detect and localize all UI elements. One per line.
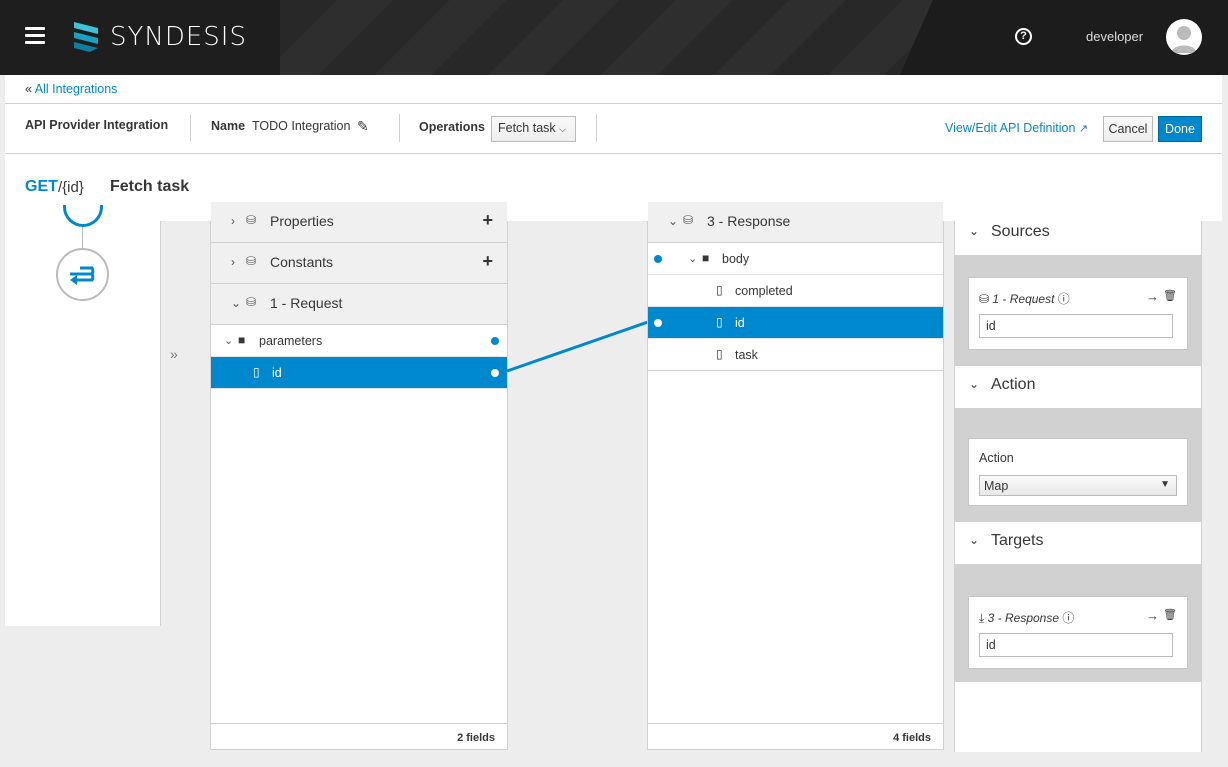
target-doc-response[interactable]: ⌄ ⛁ 3 - Response [648,202,943,243]
field-label: task [735,348,758,362]
file-icon: ▯ [716,283,723,297]
target-mapping-card: ⤓ 3 - Response ⓘ → 🗑 id [968,596,1188,669]
info-icon[interactable]: ⓘ [1058,292,1070,306]
arrow-right-icon: → [1146,608,1159,623]
source-doc-title: ⛁ 1 - Request ⓘ [979,290,1070,307]
partial-mapped-indicator-icon [654,255,662,263]
download-icon: ⤓ [979,611,985,625]
action-select[interactable]: Map ▼ [979,475,1177,496]
arrow-right-icon: → [1146,289,1159,304]
chevron-down-icon: ⌄ [969,533,980,547]
chevron-down-icon: ⌄ [969,224,980,238]
database-icon: ⛁ [683,213,694,227]
section-title: Sources [991,223,1050,240]
targets-section-header[interactable]: ⌄ Targets [955,522,1201,564]
target-field-count: 4 fields [648,723,943,749]
source-field-input[interactable]: id [979,314,1173,338]
target-column: ⌄ ⛁ 3 - Response ⌄ ■ body ▯ completed ▯ … [647,202,944,750]
doc-label: 3 - Response [707,213,791,229]
target-doc-name: 3 - Response [987,611,1060,625]
target-field-id[interactable]: ▯ id [648,307,943,339]
target-field-body[interactable]: ⌄ ■ body [648,243,943,275]
target-field-input[interactable]: id [979,633,1173,657]
chevron-down-icon: ⌄ [969,377,980,391]
target-field-completed[interactable]: ▯ completed [648,275,943,307]
section-title: Targets [991,532,1044,549]
panel-footer-space [955,682,1201,752]
database-icon: ⛁ [979,292,990,306]
target-field-task[interactable]: ▯ task [648,339,943,371]
field-label: body [722,252,750,266]
mapping-details-panel: ⌄ Sources ⛁ 1 - Request ⓘ → 🗑 id ⌄ Actio… [954,213,1202,752]
source-mapping-card: ⛁ 1 - Request ⓘ → 🗑 id [968,277,1188,350]
caret-down-icon: ▼ [1160,479,1170,490]
chevron-down-icon: ⌄ [688,253,698,265]
field-label: completed [735,284,793,298]
trash-icon[interactable]: 🗑 [1163,608,1177,621]
action-section-header[interactable]: ⌄ Action [955,366,1201,408]
file-icon: ▯ [716,315,723,329]
folder-icon: ■ [702,251,710,265]
source-doc-name: 1 - Request [992,292,1055,306]
field-label: id [735,316,745,330]
info-icon[interactable]: ⓘ [1062,611,1074,625]
action-card: Action Map ▼ [968,438,1188,506]
chevron-down-icon: ⌄ [668,214,679,228]
section-title: Action [991,376,1036,393]
action-label: Action [979,451,1014,465]
mapped-indicator-icon [654,319,662,327]
sources-section-header[interactable]: ⌄ Sources [955,213,1201,255]
file-icon: ▯ [716,347,723,361]
trash-icon[interactable]: 🗑 [1163,289,1177,302]
target-doc-title: ⤓ 3 - Response ⓘ [979,609,1074,626]
action-selected: Map [984,479,1009,493]
